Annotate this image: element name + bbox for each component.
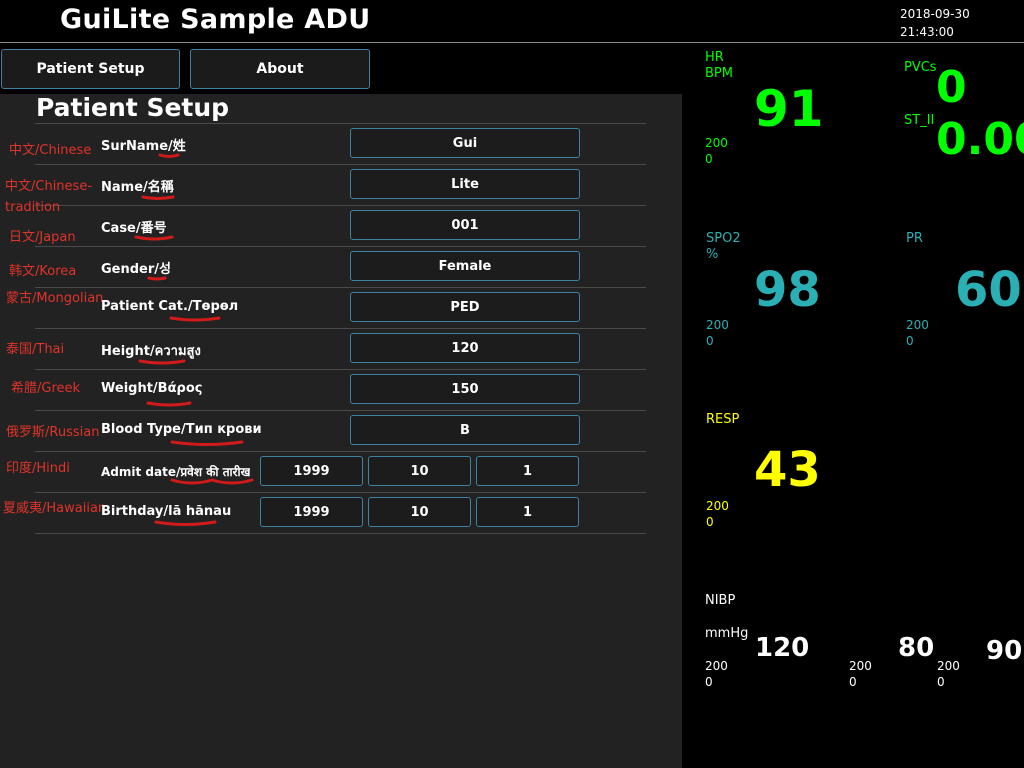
pvcs-label: PVCs	[904, 60, 936, 75]
nibp-systolic: 120	[755, 633, 810, 663]
hr-value: 91	[754, 80, 824, 138]
nibp-scale-low-3: 0	[937, 675, 945, 689]
birthday-year-field[interactable]: 1999	[260, 497, 363, 527]
blood-type-field[interactable]: B	[350, 415, 580, 445]
admit-month-field[interactable]: 10	[368, 456, 471, 486]
underline-birthday	[154, 520, 217, 526]
admit-day-field[interactable]: 1	[476, 456, 579, 486]
birthday-month-field[interactable]: 10	[368, 497, 471, 527]
hr-label: HR	[705, 50, 724, 65]
spo2-scale-low: 0	[706, 334, 714, 348]
surname-field[interactable]: Gui	[350, 128, 580, 158]
st-label: ST_II	[904, 113, 935, 128]
nibp-scale-high-1: 200	[705, 659, 728, 673]
underline-gender	[147, 276, 167, 281]
datetime: 2018-09-30 21:43:00	[900, 5, 970, 41]
st-value: 0.00	[936, 114, 1024, 165]
nibp-mean: 90	[986, 636, 1023, 666]
pr-scale-high: 200	[906, 318, 929, 332]
spo2-scale-high: 200	[706, 318, 729, 332]
underline-height	[138, 359, 186, 365]
resp-scale-low: 0	[706, 515, 714, 529]
nibp-scale-low-2: 0	[849, 675, 857, 689]
name-field[interactable]: Lite	[350, 169, 580, 199]
date-text: 2018-09-30	[900, 7, 970, 21]
pr-scale-low: 0	[906, 334, 914, 348]
spo2-label: SPO2	[706, 231, 741, 246]
pvcs-value: 0	[936, 62, 967, 113]
underline-patient-cat	[169, 316, 221, 322]
height-field[interactable]: 120	[350, 333, 580, 363]
underline-case	[134, 235, 174, 241]
hr-scale-high: 200	[705, 136, 728, 150]
underline-name	[141, 195, 175, 200]
pr-value: 60	[955, 262, 1022, 318]
nibp-scale-high-3: 200	[937, 659, 960, 673]
nibp-label: NIBP	[705, 593, 736, 608]
gender-field[interactable]: Female	[350, 251, 580, 281]
nibp-diastolic: 80	[898, 633, 935, 663]
underline-weight	[146, 401, 192, 407]
resp-value: 43	[754, 442, 821, 498]
underline-admit-date	[170, 478, 254, 485]
case-field[interactable]: 001	[350, 210, 580, 240]
patient-cat-field[interactable]: PED	[350, 292, 580, 322]
nibp-scale-high-2: 200	[849, 659, 872, 673]
spo2-unit: %	[706, 247, 719, 262]
time-text: 21:43:00	[900, 25, 954, 39]
hr-scale-low: 0	[705, 152, 713, 166]
admit-year-field[interactable]: 1999	[260, 456, 363, 486]
spo2-value: 98	[754, 262, 821, 318]
resp-scale-high: 200	[706, 499, 729, 513]
underline-blood-type	[170, 440, 244, 446]
resp-label: RESP	[706, 412, 740, 427]
pr-label: PR	[906, 231, 923, 246]
birthday-day-field[interactable]: 1	[476, 497, 579, 527]
hr-unit: BPM	[705, 66, 733, 81]
underline-surname	[158, 153, 180, 158]
nibp-scale-low-1: 0	[705, 675, 713, 689]
nibp-unit: mmHg	[705, 626, 749, 641]
weight-field[interactable]: 150	[350, 374, 580, 404]
